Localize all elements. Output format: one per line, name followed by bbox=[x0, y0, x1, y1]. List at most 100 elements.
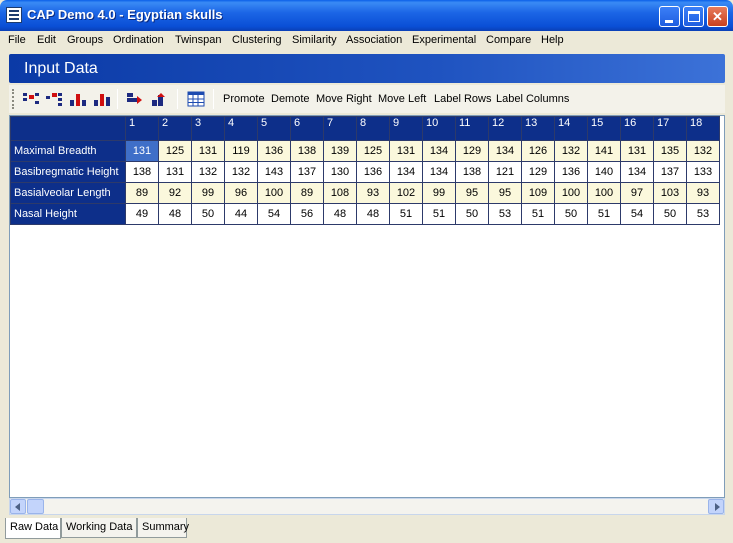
move-left-icon[interactable] bbox=[150, 91, 168, 107]
row-header[interactable]: Maximal Breadth bbox=[10, 140, 126, 162]
table-cell[interactable]: 48 bbox=[356, 203, 390, 225]
menu-help[interactable]: Help bbox=[541, 34, 564, 46]
table-cell[interactable]: 50 bbox=[554, 203, 588, 225]
table-cell[interactable]: 100 bbox=[554, 182, 588, 204]
table-cell[interactable]: 49 bbox=[125, 203, 159, 225]
scroll-left-arrow-icon[interactable] bbox=[10, 499, 26, 514]
table-cell[interactable]: 109 bbox=[521, 182, 555, 204]
table-cell[interactable]: 92 bbox=[158, 182, 192, 204]
table-cell[interactable]: 132 bbox=[554, 140, 588, 162]
table-cell[interactable]: 134 bbox=[620, 161, 654, 183]
column-header[interactable]: 17 bbox=[653, 116, 687, 141]
column-header[interactable]: 6 bbox=[290, 116, 324, 141]
table-cell[interactable]: 89 bbox=[290, 182, 324, 204]
close-button[interactable]: ✕ bbox=[707, 6, 728, 27]
table-cell[interactable]: 95 bbox=[488, 182, 522, 204]
table-cell[interactable]: 125 bbox=[356, 140, 390, 162]
table-cell[interactable]: 50 bbox=[653, 203, 687, 225]
column-header[interactable]: 11 bbox=[455, 116, 489, 141]
column-header[interactable]: 12 bbox=[488, 116, 522, 141]
menu-experimental[interactable]: Experimental bbox=[412, 34, 476, 46]
table-cell[interactable]: 136 bbox=[356, 161, 390, 183]
menu-clustering[interactable]: Clustering bbox=[232, 34, 282, 46]
table-cell[interactable]: 99 bbox=[191, 182, 225, 204]
table-cell[interactable]: 138 bbox=[290, 140, 324, 162]
demote-rows-icon[interactable] bbox=[45, 91, 63, 107]
table-cell[interactable]: 121 bbox=[488, 161, 522, 183]
table-cell[interactable]: 108 bbox=[323, 182, 357, 204]
move-up-icon[interactable] bbox=[93, 91, 111, 107]
table-cell[interactable]: 103 bbox=[653, 182, 687, 204]
table-cell[interactable]: 96 bbox=[224, 182, 258, 204]
row-header[interactable]: Nasal Height bbox=[10, 203, 126, 225]
grid-corner[interactable] bbox=[10, 116, 126, 141]
table-cell[interactable]: 132 bbox=[686, 140, 720, 162]
table-cell[interactable]: 137 bbox=[290, 161, 324, 183]
table-cell[interactable]: 54 bbox=[620, 203, 654, 225]
table-cell[interactable]: 95 bbox=[455, 182, 489, 204]
scroll-right-arrow-icon[interactable] bbox=[708, 499, 724, 514]
promote-button[interactable]: Promote bbox=[223, 93, 265, 105]
demote-button[interactable]: Demote bbox=[271, 93, 310, 105]
table-cell[interactable]: 48 bbox=[323, 203, 357, 225]
table-cell[interactable]: 89 bbox=[125, 182, 159, 204]
data-grid-area[interactable]: 1 2 3 4 5 6 7 8 9 10 11 12 13 14 15 16 17 18 Maximal Brea… bbox=[9, 115, 725, 498]
column-header[interactable]: 9 bbox=[389, 116, 423, 141]
table-cell[interactable]: 56 bbox=[290, 203, 324, 225]
move-right-button[interactable]: Move Right bbox=[316, 93, 372, 105]
minimize-button[interactable] bbox=[659, 6, 680, 27]
column-header[interactable]: 8 bbox=[356, 116, 390, 141]
maximize-button[interactable] bbox=[683, 6, 704, 27]
table-cell[interactable]: 130 bbox=[323, 161, 357, 183]
table-cell[interactable]: 138 bbox=[455, 161, 489, 183]
column-header[interactable]: 18 bbox=[686, 116, 720, 141]
tab-summary[interactable]: Summary bbox=[137, 518, 189, 538]
tab-working-data[interactable]: Working Data bbox=[61, 518, 137, 538]
table-cell[interactable]: 136 bbox=[257, 140, 291, 162]
table-cell[interactable]: 135 bbox=[653, 140, 687, 162]
table-cell[interactable]: 53 bbox=[686, 203, 720, 225]
table-cell[interactable]: 129 bbox=[455, 140, 489, 162]
toolbar-grip[interactable] bbox=[12, 89, 15, 109]
table-cell[interactable]: 51 bbox=[422, 203, 456, 225]
table-cell[interactable]: 51 bbox=[521, 203, 555, 225]
table-cell[interactable]: 48 bbox=[158, 203, 192, 225]
row-header[interactable]: Basibregmatic Height bbox=[10, 161, 126, 183]
column-header[interactable]: 7 bbox=[323, 116, 357, 141]
table-cell[interactable]: 134 bbox=[422, 140, 456, 162]
move-right-icon[interactable] bbox=[125, 91, 143, 107]
label-columns-button[interactable]: Label Columns bbox=[496, 93, 569, 105]
table-cell[interactable]: 137 bbox=[653, 161, 687, 183]
table-cell[interactable]: 132 bbox=[224, 161, 258, 183]
column-header[interactable]: 2 bbox=[158, 116, 192, 141]
menu-similarity[interactable]: Similarity bbox=[292, 34, 337, 46]
table-cell[interactable]: 119 bbox=[224, 140, 258, 162]
table-cell[interactable]: 50 bbox=[455, 203, 489, 225]
table-cell[interactable]: 138 bbox=[125, 161, 159, 183]
table-cell[interactable]: 131 bbox=[191, 140, 225, 162]
move-left-button[interactable]: Move Left bbox=[378, 93, 426, 105]
table-cell[interactable]: 97 bbox=[620, 182, 654, 204]
horizontal-scrollbar[interactable] bbox=[9, 498, 725, 515]
table-cell[interactable]: 131 bbox=[620, 140, 654, 162]
table-cell[interactable]: 143 bbox=[257, 161, 291, 183]
table-cell[interactable]: 99 bbox=[422, 182, 456, 204]
table-cell[interactable]: 50 bbox=[191, 203, 225, 225]
table-cell[interactable]: 131 bbox=[125, 140, 159, 162]
table-cell[interactable]: 126 bbox=[521, 140, 555, 162]
table-cell[interactable]: 129 bbox=[521, 161, 555, 183]
column-header[interactable]: 3 bbox=[191, 116, 225, 141]
tab-raw-data[interactable]: Raw Data bbox=[5, 518, 61, 539]
grid-icon[interactable] bbox=[187, 91, 205, 107]
table-cell[interactable]: 51 bbox=[587, 203, 621, 225]
table-cell[interactable]: 93 bbox=[686, 182, 720, 204]
column-header[interactable]: 14 bbox=[554, 116, 588, 141]
move-down-icon[interactable] bbox=[69, 91, 87, 107]
column-header[interactable]: 5 bbox=[257, 116, 291, 141]
table-cell[interactable]: 100 bbox=[587, 182, 621, 204]
column-header[interactable]: 10 bbox=[422, 116, 456, 141]
table-cell[interactable]: 141 bbox=[587, 140, 621, 162]
table-cell[interactable]: 134 bbox=[422, 161, 456, 183]
app-icon[interactable] bbox=[6, 7, 22, 23]
scrollbar-thumb[interactable] bbox=[27, 499, 44, 514]
